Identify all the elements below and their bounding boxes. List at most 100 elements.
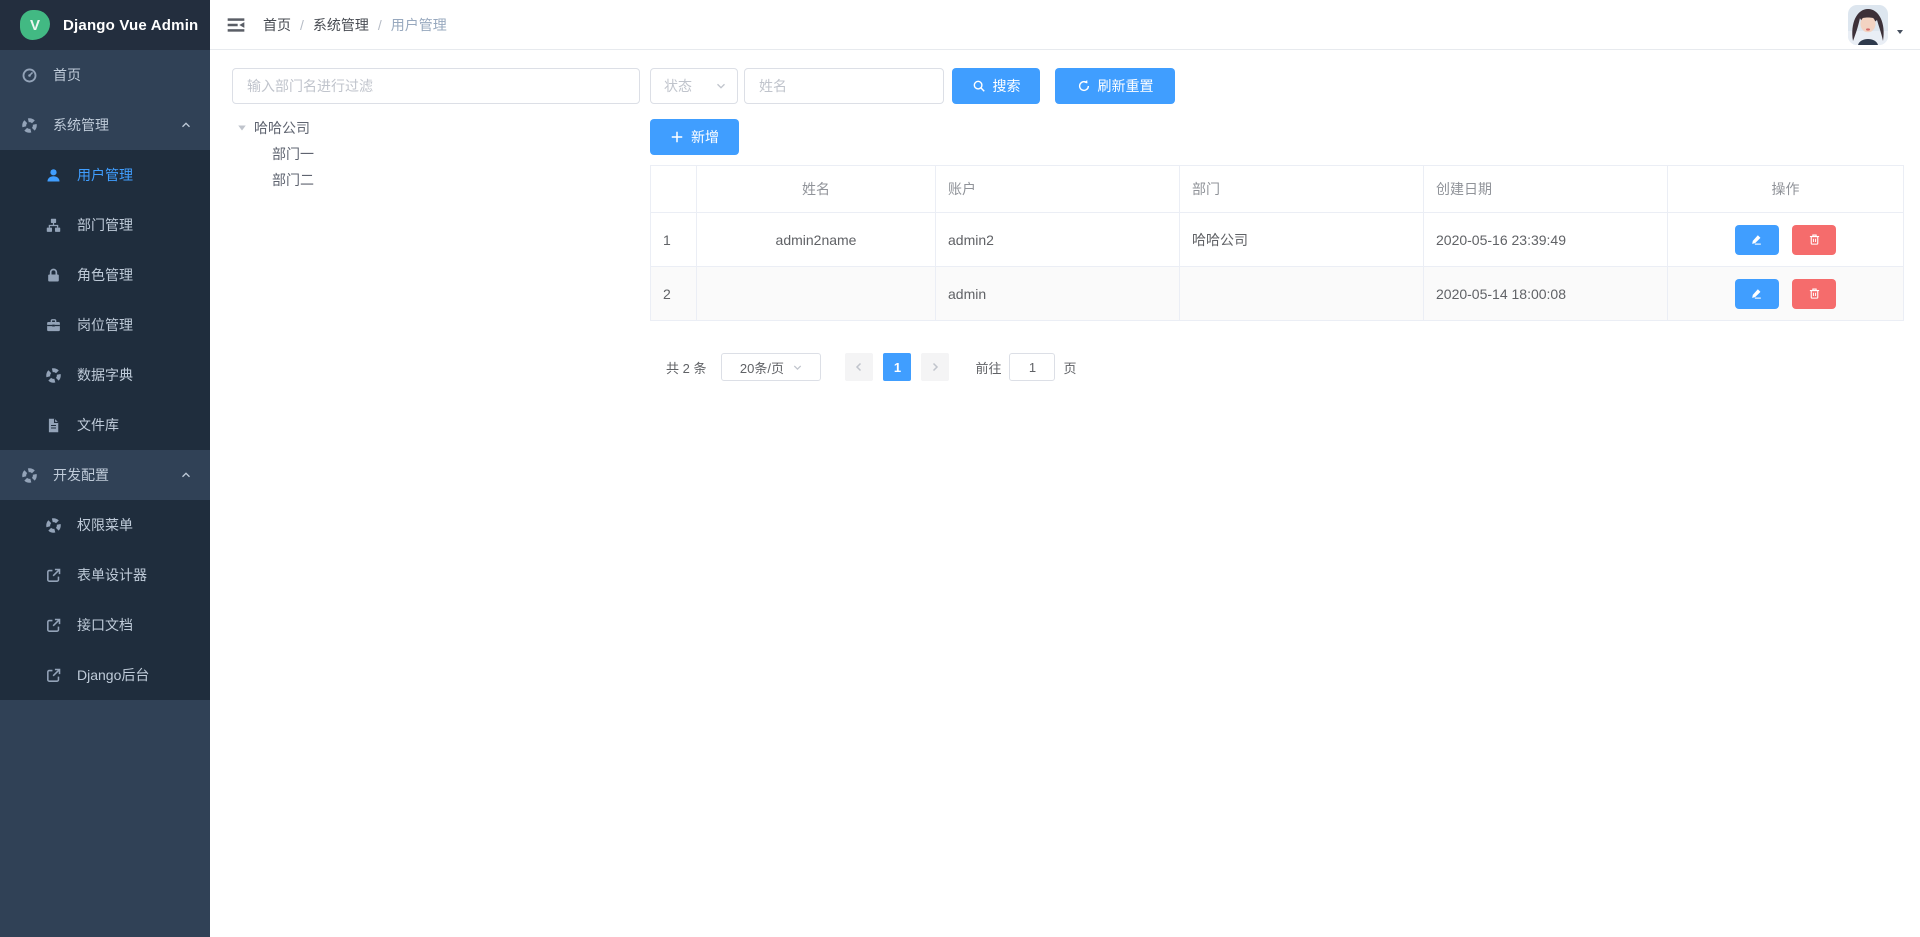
tree-node-dept1[interactable]: 部门一 (232, 141, 640, 167)
sidebar-item-positions[interactable]: 岗位管理 (0, 300, 210, 350)
sidebar-group-system[interactable]: 系统管理 (0, 100, 210, 150)
tree-node-label: 哈哈公司 (254, 118, 310, 138)
edit-button[interactable] (1735, 279, 1779, 309)
sidebar-menu: 首页 系统管理 用户管理 部门管理 角色管理 (0, 50, 210, 937)
breadcrumb-system[interactable]: 系统管理 (313, 15, 369, 35)
cell-created: 2020-05-14 18:00:08 (1424, 267, 1668, 321)
chevron-down-icon (715, 80, 727, 92)
refresh-reset-button[interactable]: 刷新重置 (1055, 68, 1175, 104)
sidebar-item-label: 部门管理 (77, 215, 133, 235)
sidebar-item-label: 角色管理 (77, 265, 133, 285)
delete-button[interactable] (1792, 279, 1836, 309)
breadcrumb-home[interactable]: 首页 (263, 15, 291, 35)
col-department: 部门 (1180, 166, 1424, 213)
page-size-select[interactable]: 20条/页 (721, 353, 821, 381)
logo-letter: V (30, 17, 40, 34)
cell-department (1180, 267, 1424, 321)
pagination-jumper: 前往 页 (975, 353, 1076, 381)
sidebar-item-django-admin[interactable]: Django后台 (0, 650, 210, 700)
sidebar-item-label: 首页 (53, 65, 81, 85)
cell-department: 哈哈公司 (1180, 213, 1424, 267)
sidebar-item-form-designer[interactable]: 表单设计器 (0, 550, 210, 600)
page-number-button[interactable]: 1 (883, 353, 911, 381)
page-content: 哈哈公司 部门一 部门二 状态 (210, 50, 1920, 937)
tree-node-label: 部门二 (272, 170, 314, 190)
cell-account: admin2 (936, 213, 1180, 267)
dashboard-icon (21, 67, 38, 84)
cell-name: admin2name (697, 213, 936, 267)
col-created: 创建日期 (1424, 166, 1668, 213)
external-link-icon (45, 617, 62, 634)
sidebar-item-dictionary[interactable]: 数据字典 (0, 350, 210, 400)
col-index (651, 166, 697, 213)
tree-node-label: 部门一 (272, 144, 314, 164)
status-select-placeholder: 状态 (664, 76, 692, 96)
department-panel: 哈哈公司 部门一 部门二 (232, 68, 640, 937)
prev-page-button[interactable] (845, 353, 873, 381)
compass-icon (21, 467, 38, 484)
user-avatar[interactable] (1848, 5, 1888, 45)
external-link-icon (45, 667, 62, 684)
breadcrumb-separator: / (300, 17, 304, 33)
table-header-row: 姓名 账户 部门 创建日期 操作 (651, 166, 1904, 213)
briefcase-icon (45, 317, 62, 334)
col-actions: 操作 (1668, 166, 1904, 213)
user-panel: 状态 搜索 刷新重置 新增 (650, 68, 1903, 937)
department-filter-input[interactable] (232, 68, 640, 104)
edit-pencil-icon (1750, 287, 1763, 300)
name-search-input[interactable] (744, 68, 944, 104)
sidebar-item-label: 表单设计器 (77, 565, 147, 585)
department-tree: 哈哈公司 部门一 部门二 (232, 115, 640, 193)
breadcrumb-separator: / (378, 17, 382, 33)
sidebar-item-permission-menu[interactable]: 权限菜单 (0, 500, 210, 550)
reset-button-label: 刷新重置 (1098, 76, 1154, 96)
trash-icon (1808, 233, 1821, 246)
cell-index: 1 (651, 213, 697, 267)
sidebar: V Django Vue Admin 首页 系统管理 用户管理 (0, 0, 210, 937)
sidebar-item-label: 用户管理 (77, 165, 133, 185)
table-row: 2 admin 2020-05-14 18:00:08 (651, 267, 1904, 321)
external-link-icon (45, 567, 62, 584)
chevron-up-icon (180, 119, 192, 131)
search-button[interactable]: 搜索 (952, 68, 1040, 104)
sidebar-item-roles[interactable]: 角色管理 (0, 250, 210, 300)
sidebar-collapse-icon[interactable] (226, 15, 246, 35)
sidebar-item-home[interactable]: 首页 (0, 50, 210, 100)
sidebar-item-api-docs[interactable]: 接口文档 (0, 600, 210, 650)
cell-actions (1668, 213, 1904, 267)
tree-expand-icon[interactable] (237, 123, 247, 133)
breadcrumb: 首页 / 系统管理 / 用户管理 (263, 15, 447, 35)
sidebar-item-users[interactable]: 用户管理 (0, 150, 210, 200)
edit-button[interactable] (1735, 225, 1779, 255)
compass-icon (45, 517, 62, 534)
refresh-icon (1077, 79, 1091, 93)
cell-index: 2 (651, 267, 697, 321)
goto-page-input[interactable] (1009, 353, 1055, 381)
sidebar-group-devconfig[interactable]: 开发配置 (0, 450, 210, 500)
chevron-up-icon (180, 469, 192, 481)
users-table: 姓名 账户 部门 创建日期 操作 1 admin2name admin2 哈哈公 (650, 165, 1904, 321)
add-button-label: 新增 (691, 127, 719, 147)
filter-row: 状态 搜索 刷新重置 (650, 68, 1903, 104)
tree-node-dept2[interactable]: 部门二 (232, 167, 640, 193)
sidebar-item-files[interactable]: 文件库 (0, 400, 210, 450)
cell-actions (1668, 267, 1904, 321)
table-row: 1 admin2name admin2 哈哈公司 2020-05-16 23:3… (651, 213, 1904, 267)
top-navbar: 首页 / 系统管理 / 用户管理 (210, 0, 1920, 50)
sidebar-group-label: 开发配置 (53, 465, 109, 485)
sidebar-item-departments[interactable]: 部门管理 (0, 200, 210, 250)
add-user-button[interactable]: 新增 (650, 119, 739, 155)
chevron-right-icon (929, 361, 941, 373)
col-name: 姓名 (697, 166, 936, 213)
app-logo[interactable]: V Django Vue Admin (0, 0, 210, 50)
cell-name (697, 267, 936, 321)
table-toolbar: 新增 (650, 119, 1903, 155)
system-submenu: 用户管理 部门管理 角色管理 岗位管理 数据字典 (0, 150, 210, 450)
tree-node-company[interactable]: 哈哈公司 (232, 115, 640, 141)
sidebar-item-label: 岗位管理 (77, 315, 133, 335)
delete-button[interactable] (1792, 225, 1836, 255)
page-size-value: 20条/页 (740, 358, 784, 377)
next-page-button[interactable] (921, 353, 949, 381)
breadcrumb-current: 用户管理 (391, 15, 447, 35)
status-select[interactable]: 状态 (650, 68, 738, 104)
